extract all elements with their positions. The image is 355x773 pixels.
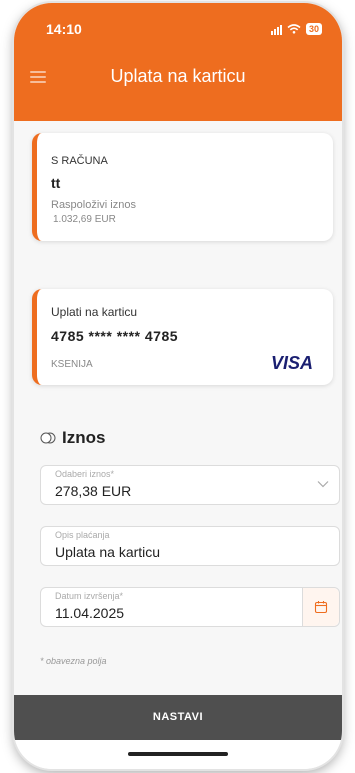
card-holder: KSENIJA — [51, 359, 93, 370]
target-card-label: Uplati na karticu — [51, 305, 138, 319]
source-account-name: tt — [51, 175, 61, 191]
status-bar: 14:10 30 — [14, 21, 342, 43]
battery-icon: 30 — [305, 23, 322, 35]
status-icons: 30 — [270, 23, 322, 35]
app-header: 14:10 30 Uplata na karticu — [14, 3, 342, 121]
date-field[interactable]: Datum izvršenja* 11.04.2025 — [40, 587, 340, 627]
card-number: 4785 **** **** 4785 — [51, 328, 179, 344]
target-card[interactable]: Uplati na karticu 4785 **** **** 4785 KS… — [32, 289, 333, 385]
source-account-label: S RAČUNA — [51, 155, 108, 167]
continue-button[interactable]: NASTAVI — [14, 695, 342, 740]
calendar-icon — [314, 601, 328, 614]
amount-label: Odaberi iznos* — [55, 469, 115, 479]
available-balance-label: Raspoloživi iznos — [51, 199, 136, 211]
coins-icon — [40, 432, 56, 444]
visa-logo: VISA — [270, 353, 313, 373]
required-fields-note: * obavezna polja — [40, 656, 107, 666]
date-value: 11.04.2025 — [55, 605, 125, 621]
home-indicator[interactable] — [128, 752, 228, 756]
amount-section-title: Iznos — [62, 428, 106, 447]
description-value: Uplata na karticu — [55, 544, 161, 560]
amount-value: 278,38 EUR — [55, 483, 132, 499]
home-bar-area — [14, 740, 342, 769]
phone-frame: 14:10 30 Uplata na karticu S RAČUNA tt R… — [14, 3, 342, 769]
wifi-icon — [287, 24, 301, 34]
status-time: 14:10 — [46, 21, 82, 37]
source-account-card[interactable]: S RAČUNA tt Raspoloživi iznos 1.032,69 E… — [32, 133, 333, 241]
calendar-button[interactable] — [302, 588, 339, 626]
description-label: Opis plaćanja — [55, 530, 110, 540]
description-field[interactable]: Opis plaćanja Uplata na karticu — [40, 526, 340, 566]
amount-section-heading: Iznos — [40, 428, 105, 448]
main-content: S RAČUNA tt Raspoloživi iznos 1.032,69 E… — [14, 121, 342, 695]
signal-icon — [270, 24, 282, 35]
amount-select[interactable]: Odaberi iznos* 278,38 EUR — [40, 465, 340, 505]
chevron-down-icon — [317, 481, 329, 488]
page-title: Uplata na karticu — [110, 66, 246, 86]
date-label: Datum izvršenja* — [55, 591, 124, 601]
available-balance-value: 1.032,69 EUR — [53, 214, 116, 225]
